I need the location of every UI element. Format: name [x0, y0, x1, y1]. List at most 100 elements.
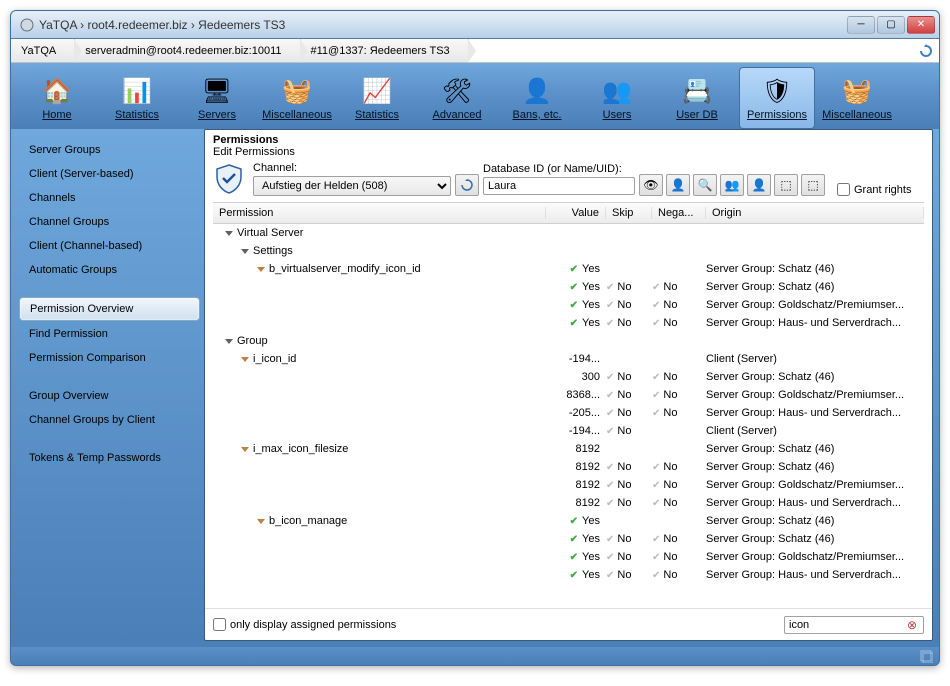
- table-row[interactable]: Virtual Server: [213, 224, 924, 242]
- clear-filter-icon[interactable]: ⊗: [907, 618, 921, 632]
- table-row[interactable]: -205...✔ No✔ NoServer Group: Haus- und S…: [213, 404, 924, 422]
- refresh-channel-button[interactable]: [455, 174, 479, 196]
- sidebar-item-channels[interactable]: Channels: [19, 187, 200, 209]
- footer: only display assigned permissions ⊗: [205, 608, 932, 640]
- statusbar: [11, 647, 939, 665]
- sidebar-item-permission-overview[interactable]: Permission Overview: [19, 297, 200, 321]
- sidebar-item-channel-groups[interactable]: Channel Groups: [19, 211, 200, 233]
- toolbar-bans-etc-[interactable]: 👤Bans, etc.: [499, 67, 575, 129]
- toolbar-user-db[interactable]: 📇User DB: [659, 67, 735, 129]
- home-icon: 🏠: [41, 76, 73, 108]
- shield-icon: [213, 163, 245, 195]
- sidebar-item-automatic-groups[interactable]: Automatic Groups: [19, 259, 200, 281]
- table-row[interactable]: 8192✔ No✔ NoServer Group: Goldschatz/Pre…: [213, 476, 924, 494]
- permissions-icon: 🛡: [761, 76, 793, 108]
- table-row[interactable]: 8192✔ No✔ NoServer Group: Schatz (46): [213, 458, 924, 476]
- table-header: Permission Value Skip Nega... Origin: [213, 202, 924, 224]
- filter-box: ⊗: [784, 615, 924, 634]
- permissions-table[interactable]: Virtual ServerSettingsb_virtualserver_mo…: [213, 224, 924, 608]
- find-icon[interactable]: 🔍: [693, 174, 717, 196]
- toolbar: 🏠Home📊Statistics🖥Servers🧺Miscellaneous📈S…: [11, 63, 939, 129]
- breadcrumb-item[interactable]: serveradmin@root4.redeemer.biz:10011: [75, 39, 300, 62]
- window-controls: ─ ▢ ✕: [847, 16, 935, 34]
- group-icon[interactable]: ⬚: [774, 174, 798, 196]
- toolbar-permissions[interactable]: 🛡Permissions: [739, 67, 815, 129]
- statistics-icon: 📊: [121, 76, 153, 108]
- db-id-label: Database ID (or Name/UID):: [483, 163, 635, 175]
- form-row: Channel: Aufstieg der Helden (508) Datab…: [205, 162, 932, 202]
- table-row[interactable]: ✔ Yes✔ No✔ NoServer Group: Goldschatz/Pr…: [213, 548, 924, 566]
- toolbar-statistics[interactable]: 📊Statistics: [99, 67, 175, 129]
- table-row[interactable]: ✔ Yes✔ No✔ NoServer Group: Schatz (46): [213, 278, 924, 296]
- user-icon[interactable]: 👤: [666, 174, 690, 196]
- sidebar: Server GroupsClient (Server-based)Channe…: [11, 129, 204, 647]
- only-assigned-checkbox[interactable]: only display assigned permissions: [213, 618, 396, 631]
- toolbar-home[interactable]: 🏠Home: [19, 67, 95, 129]
- users-icon[interactable]: 👥: [720, 174, 744, 196]
- toolbar-users[interactable]: 👥Users: [579, 67, 655, 129]
- sidebar-item-server-groups[interactable]: Server Groups: [19, 139, 200, 161]
- view-icon[interactable]: 👁: [639, 174, 663, 196]
- window-title: YaTQA › root4.redeemer.biz › Яedeemers T…: [39, 18, 847, 32]
- col-value[interactable]: Value: [546, 207, 606, 219]
- toolbar-statistics[interactable]: 📈Statistics: [339, 67, 415, 129]
- close-button[interactable]: ✕: [907, 16, 935, 34]
- table-row[interactable]: Settings: [213, 242, 924, 260]
- servers-icon: 🖥: [201, 76, 233, 108]
- toolbar-advanced[interactable]: 🛠Advanced: [419, 67, 495, 129]
- table-row[interactable]: i_max_icon_filesize8192Server Group: Sch…: [213, 440, 924, 458]
- sidebar-item-group-overview[interactable]: Group Overview: [19, 385, 200, 407]
- grant-rights-checkbox[interactable]: Grant rights: [837, 183, 911, 196]
- panel-subtitle: Edit Permissions: [205, 146, 932, 162]
- table-row[interactable]: b_virtualserver_modify_icon_id✔ YesServe…: [213, 260, 924, 278]
- table-row[interactable]: i_icon_id-194...Client (Server): [213, 350, 924, 368]
- miscellaneous-icon: 🧺: [841, 76, 873, 108]
- table-row[interactable]: ✔ Yes✔ No✔ NoServer Group: Goldschatz/Pr…: [213, 296, 924, 314]
- resize-grip-icon[interactable]: [919, 649, 933, 663]
- col-origin[interactable]: Origin: [706, 207, 924, 219]
- table-row[interactable]: Group: [213, 332, 924, 350]
- toolbar-miscellaneous[interactable]: 🧺Miscellaneous: [819, 67, 895, 129]
- col-negate[interactable]: Nega...: [652, 207, 706, 219]
- app-icon: [19, 17, 35, 33]
- breadcrumb-item[interactable]: YaTQA: [11, 39, 75, 62]
- user2-icon[interactable]: 👤: [747, 174, 771, 196]
- panel-title: Permissions: [205, 130, 932, 146]
- table-row[interactable]: 8368...✔ No✔ NoServer Group: Goldschatz/…: [213, 386, 924, 404]
- users-icon: 👥: [601, 76, 633, 108]
- sidebar-item-client-server-based-[interactable]: Client (Server-based): [19, 163, 200, 185]
- titlebar: YaTQA › root4.redeemer.biz › Яedeemers T…: [11, 11, 939, 39]
- col-skip[interactable]: Skip: [606, 207, 652, 219]
- table-row[interactable]: 8192✔ No✔ NoServer Group: Haus- und Serv…: [213, 494, 924, 512]
- user db-icon: 📇: [681, 76, 713, 108]
- toolbar-miscellaneous[interactable]: 🧺Miscellaneous: [259, 67, 335, 129]
- statistics-icon: 📈: [361, 76, 393, 108]
- group2-icon[interactable]: ⬚: [801, 174, 825, 196]
- sidebar-item-channel-groups-by-client[interactable]: Channel Groups by Client: [19, 409, 200, 431]
- filter-input[interactable]: [784, 616, 924, 634]
- sidebar-item-client-channel-based-[interactable]: Client (Channel-based): [19, 235, 200, 257]
- col-permission[interactable]: Permission: [213, 207, 546, 219]
- table-row[interactable]: ✔ Yes✔ No✔ NoServer Group: Haus- und Ser…: [213, 566, 924, 584]
- app-window: YaTQA › root4.redeemer.biz › Яedeemers T…: [10, 10, 940, 666]
- sidebar-item-find-permission[interactable]: Find Permission: [19, 323, 200, 345]
- breadcrumb-item[interactable]: #11@1337: Яedeemers TS3: [301, 39, 469, 62]
- db-id-input[interactable]: [483, 177, 635, 195]
- sidebar-item-tokens-temp-passwords[interactable]: Tokens & Temp Passwords: [19, 447, 200, 469]
- table-row[interactable]: ✔ Yes✔ No✔ NoServer Group: Haus- und Ser…: [213, 314, 924, 332]
- sidebar-item-permission-comparison[interactable]: Permission Comparison: [19, 347, 200, 369]
- channel-select[interactable]: Aufstieg der Helden (508): [253, 176, 451, 196]
- table-row[interactable]: -194...✔ NoClient (Server): [213, 422, 924, 440]
- maximize-button[interactable]: ▢: [877, 16, 905, 34]
- table-row[interactable]: 300✔ No✔ NoServer Group: Schatz (46): [213, 368, 924, 386]
- minimize-button[interactable]: ─: [847, 16, 875, 34]
- miscellaneous-icon: 🧺: [281, 76, 313, 108]
- advanced-icon: 🛠: [441, 76, 473, 108]
- table-row[interactable]: b_icon_manage✔ YesServer Group: Schatz (…: [213, 512, 924, 530]
- breadcrumb: YaTQA serveradmin@root4.redeemer.biz:100…: [11, 39, 939, 63]
- table-row[interactable]: ✔ Yes✔ No✔ NoServer Group: Schatz (46): [213, 530, 924, 548]
- refresh-icon[interactable]: [915, 40, 937, 62]
- toolbar-servers[interactable]: 🖥Servers: [179, 67, 255, 129]
- body: Server GroupsClient (Server-based)Channe…: [11, 129, 939, 647]
- channel-label: Channel:: [253, 162, 451, 174]
